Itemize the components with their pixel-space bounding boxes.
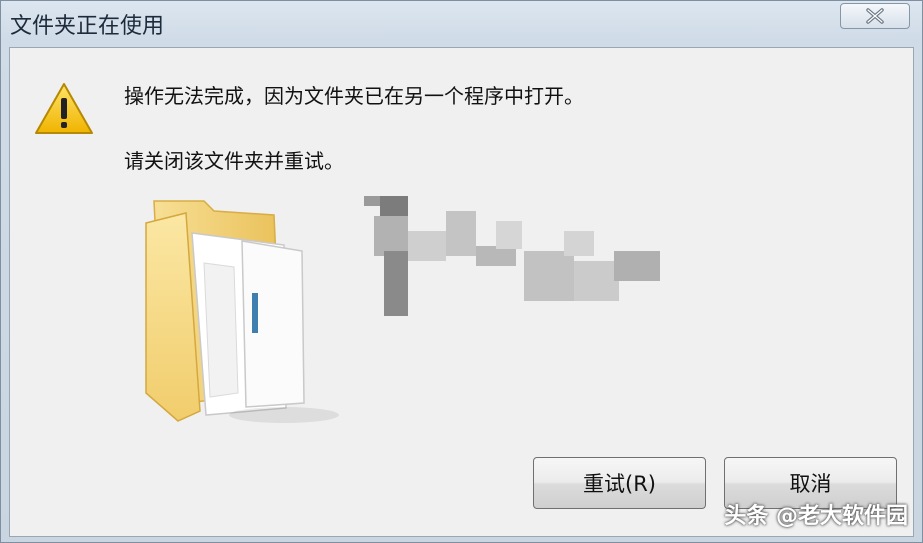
retry-button[interactable]: 重试(R) <box>533 457 706 509</box>
dialog-content: 操作无法完成，因为文件夹已在另一个程序中打开。 请关闭该文件夹并重试。 重试(R… <box>9 47 914 537</box>
title-bar[interactable]: 文件夹正在使用 <box>1 1 922 45</box>
watermark: 头条 @老大软件园 <box>724 504 908 529</box>
close-icon <box>865 8 885 24</box>
error-message: 操作无法完成，因为文件夹已在另一个程序中打开。 <box>124 84 584 108</box>
folder-icon <box>134 193 344 432</box>
folder-name-obscured <box>364 191 664 320</box>
dialog-window: 文件夹正在使用 操作无法完成，因为文件夹已在另一个程序中打开。 请关闭该文件夹并… <box>0 0 923 543</box>
close-button[interactable] <box>840 3 910 29</box>
window-title: 文件夹正在使用 <box>10 14 165 39</box>
warning-icon <box>33 81 95 141</box>
instruction-message: 请关闭该文件夹并重试。 <box>124 149 344 173</box>
